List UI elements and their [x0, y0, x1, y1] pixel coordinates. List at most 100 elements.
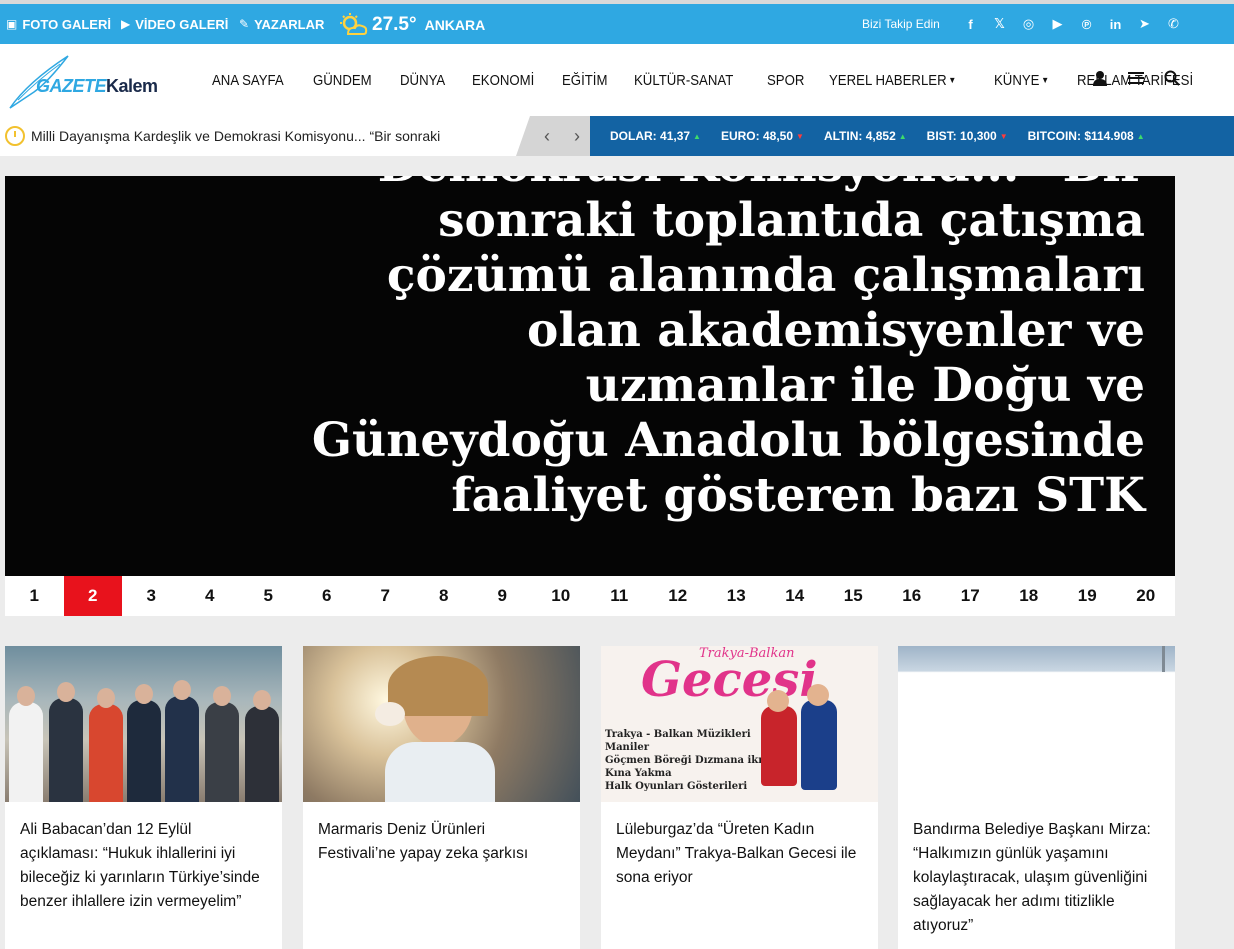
site-header: GAZETEKalem ANA SAYFA GÜNDEM DÜNYA EKONO…	[0, 44, 1234, 116]
news-title: Bandırma Belediye Başkanı Mirza: “Halkım…	[913, 821, 1151, 934]
page-12[interactable]: 12	[649, 576, 708, 616]
headline-line: faaliyet gösteren bazı STK	[451, 468, 1145, 523]
play-icon: ▶	[121, 17, 131, 31]
nav-label: GÜNDEM	[313, 71, 373, 89]
slider-pager: 1 2 3 4 5 6 7 8 9 10 11 12 13 14 15 16 1…	[5, 576, 1175, 616]
headline-text: Demokrasi Komisyonu... “Bir sonraki topl…	[285, 176, 1145, 523]
social-links: f 𝕏 ◎ ▶ ℗ in ➤ ✆	[956, 4, 1188, 44]
linkedin-icon[interactable]: in	[1101, 17, 1130, 32]
headline-line: uzmanlar ile Doğu ve	[585, 358, 1145, 413]
nav-yerel-haberler[interactable]: YEREL HABERLER ▼	[829, 72, 956, 89]
news-image: Trakya-Balkan Gecesi Trakya - Balkan Müz…	[601, 646, 878, 802]
trend-down-icon: ▼	[999, 131, 1008, 141]
top-bar: ▣ FOTO GALERİ ▶ VİDEO GALERİ ✎ YAZARLAR …	[0, 4, 1234, 44]
poster-title: Gecesi	[641, 652, 818, 708]
news-card[interactable]: Ali Babacan’dan 12 Eylül açıklaması: “Hu…	[5, 646, 282, 949]
page-7[interactable]: 7	[356, 576, 415, 616]
poster-list-item: Trakya - Balkan Müzikleri	[605, 729, 751, 740]
telegram-icon[interactable]: ➤	[1130, 16, 1159, 32]
trend-down-icon: ▼	[796, 131, 804, 141]
rate-label: BIST:	[926, 129, 957, 143]
news-ticker[interactable]: Milli Dayanışma Kardeşlik ve Demokrasi K…	[0, 116, 530, 156]
rate-label: DOLAR:	[610, 129, 657, 143]
logo-part2: Kalem	[106, 76, 158, 96]
page-5[interactable]: 5	[239, 576, 298, 616]
nav-label: DÜNYA	[400, 71, 446, 89]
page-6[interactable]: 6	[298, 576, 357, 616]
nav-ana-sayfa[interactable]: ANA SAYFA	[212, 72, 284, 89]
page-9[interactable]: 9	[473, 576, 532, 616]
youtube-icon[interactable]: ▶	[1043, 16, 1072, 32]
nav-label: KÜLTÜR-SANAT	[634, 71, 734, 89]
site-logo[interactable]: GAZETEKalem	[8, 52, 188, 110]
nav-kultur-sanat[interactable]: KÜLTÜR-SANAT	[634, 72, 733, 89]
chevron-right-icon[interactable]: ›	[562, 126, 592, 147]
facebook-icon[interactable]: f	[956, 17, 985, 32]
instagram-icon[interactable]: ◎	[1014, 16, 1043, 32]
user-icon[interactable]	[1082, 70, 1118, 91]
page-20[interactable]: 20	[1117, 576, 1176, 616]
news-image	[303, 646, 580, 802]
nav-egitim[interactable]: EĞİTİM	[562, 72, 607, 89]
poster-list-item: Halk Oyunları Gösterileri	[605, 781, 748, 792]
page-11[interactable]: 11	[590, 576, 649, 616]
poster-list-item: Maniler	[605, 742, 650, 753]
logo-part1: GAZETE	[36, 76, 107, 96]
rate-label: ALTIN:	[823, 129, 863, 143]
search-icon[interactable]	[1154, 70, 1190, 91]
yazarlar-link[interactable]: ✎ YAZARLAR	[239, 4, 324, 44]
page-13[interactable]: 13	[707, 576, 766, 616]
news-title: Ali Babacan’dan 12 Eylül açıklaması: “Hu…	[20, 821, 260, 910]
nav-label: SPOR	[766, 71, 805, 89]
weather-widget: 27.5° ANKARA	[338, 6, 485, 44]
rate-value: 4,852	[865, 129, 896, 143]
market-rates: DOLAR: 41,37 ▲ EURO: 48,50 ▼ ALTIN: 4,852 ▲…	[590, 116, 1234, 156]
whatsapp-icon[interactable]: ✆	[1159, 16, 1188, 32]
video-galeri-link[interactable]: ▶ VİDEO GALERİ	[121, 4, 228, 44]
rate-value: $114.908	[1084, 129, 1134, 143]
nav-kunye[interactable]: KÜNYE ▼	[994, 72, 1049, 89]
photo-icon: ▣	[6, 17, 18, 31]
rate-value: 41,37	[660, 129, 691, 143]
page-14[interactable]: 14	[766, 576, 825, 616]
rate-value: 48,50	[762, 129, 794, 143]
ticker-text: Milli Dayanışma Kardeşlik ve Demokrasi K…	[31, 128, 441, 144]
page-19[interactable]: 19	[1058, 576, 1117, 616]
rate-value: 10,300	[960, 129, 997, 143]
news-card[interactable]: Bandırma Belediye Başkanı Mirza: “Halkım…	[898, 646, 1175, 949]
headline-line: Demokrasi Komisyonu... “Bir	[285, 176, 1145, 193]
rate-label: BITCOIN:	[1027, 129, 1081, 143]
caret-down-icon: ▼	[1041, 75, 1050, 85]
nav-ekonomi[interactable]: EKONOMİ	[472, 72, 534, 89]
page-2-active[interactable]: 2	[63, 576, 122, 616]
nav-label: EKONOMİ	[471, 71, 534, 89]
news-card[interactable]: Trakya-Balkan Gecesi Trakya - Balkan Müz…	[601, 646, 878, 949]
page-3[interactable]: 3	[122, 576, 181, 616]
trend-up-icon: ▲	[898, 131, 907, 141]
page-4[interactable]: 4	[181, 576, 240, 616]
x-icon[interactable]: 𝕏	[985, 16, 1014, 32]
page-1[interactable]: 1	[5, 576, 64, 616]
chevron-left-icon[interactable]: ‹	[532, 126, 562, 147]
nav-spor[interactable]: SPOR	[767, 72, 804, 89]
poster-list-item: Göçmen Böreği Dızmana ikramı	[605, 755, 785, 766]
nav-dunya[interactable]: DÜNYA	[400, 72, 445, 89]
page-15[interactable]: 15	[824, 576, 883, 616]
page-8[interactable]: 8	[415, 576, 474, 616]
menu-icon[interactable]	[1118, 71, 1154, 90]
pinterest-icon[interactable]: ℗	[1072, 17, 1101, 32]
rate-altin: ALTIN: 4,852 ▲	[824, 129, 907, 143]
news-card[interactable]: Marmaris Deniz Ürünleri Festivali’ne yap…	[303, 646, 580, 949]
headline-line: çözümü alanında çalışmaları	[386, 248, 1145, 303]
partly-cloudy-icon	[340, 13, 368, 35]
headline-slider[interactable]: Demokrasi Komisyonu... “Bir sonraki topl…	[5, 176, 1175, 576]
yazarlar-label: YAZARLAR	[254, 16, 325, 32]
nav-gundem[interactable]: GÜNDEM	[313, 72, 372, 89]
page-10[interactable]: 10	[532, 576, 591, 616]
foto-galeri-label: FOTO GALERİ	[22, 16, 111, 32]
foto-galeri-link[interactable]: ▣ FOTO GALERİ	[6, 4, 111, 44]
page-17[interactable]: 17	[941, 576, 1000, 616]
poster-list: Trakya - Balkan Müzikleri Maniler Göçmen…	[605, 728, 784, 793]
page-16[interactable]: 16	[883, 576, 942, 616]
page-18[interactable]: 18	[1000, 576, 1059, 616]
